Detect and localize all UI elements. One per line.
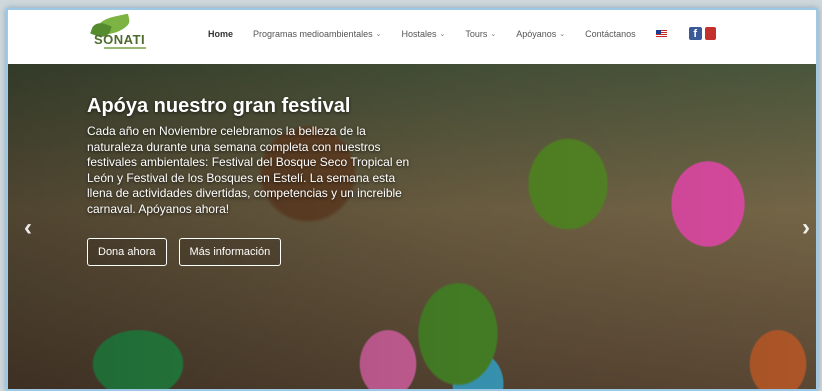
hero-slider: ‹ Apóya nuestro gran festival Cada año e… bbox=[8, 64, 816, 389]
chevron-down-icon: ⌄ bbox=[490, 30, 497, 38]
slider-next-arrow[interactable]: › bbox=[802, 214, 810, 242]
nav-home[interactable]: Home bbox=[208, 29, 233, 39]
main-nav: Home Programas medioambientales ⌄ Hostale… bbox=[208, 27, 716, 40]
us-flag-icon[interactable] bbox=[655, 30, 667, 37]
donate-button[interactable]: Dona ahora bbox=[87, 238, 167, 266]
nav-home-label: Home bbox=[208, 28, 234, 39]
nav-programas[interactable]: Programas medioambientales ⌄ bbox=[253, 29, 381, 39]
hero-text: Cada año en Noviembre celebramos la bell… bbox=[87, 124, 410, 216]
nav-contactanos[interactable]: Contáctanos bbox=[585, 29, 636, 39]
hero-caption: Apóya nuestro gran festival Cada año en … bbox=[87, 94, 417, 217]
browser-frame: SONATI Home Programas medioambientales ⌄ … bbox=[6, 8, 818, 391]
hero-buttons: Dona ahora Más información bbox=[87, 238, 293, 266]
nav-contactanos-label: Contáctanos bbox=[585, 28, 636, 39]
more-info-button[interactable]: Más información bbox=[178, 238, 282, 266]
chevron-down-icon: ⌄ bbox=[559, 30, 566, 38]
site-header: SONATI Home Programas medioambientales ⌄ … bbox=[8, 10, 816, 62]
chevron-down-icon: ⌄ bbox=[375, 30, 382, 38]
logo-text: SONATI bbox=[94, 32, 146, 47]
nav-hostales[interactable]: Hostales ⌄ bbox=[401, 29, 445, 39]
slider-prev-arrow[interactable]: ‹ bbox=[24, 214, 32, 242]
logo-tagline-line bbox=[104, 47, 146, 49]
nav-tours-label: Tours bbox=[465, 28, 488, 39]
nav-programas-label: Programas medioambientales bbox=[253, 28, 373, 39]
nav-tours[interactable]: Tours ⌄ bbox=[465, 29, 496, 39]
nav-apoyanos[interactable]: Apóyanos ⌄ bbox=[516, 29, 565, 39]
nav-apoyanos-label: Apóyanos bbox=[516, 28, 557, 39]
hero-title: Apóya nuestro gran festival bbox=[87, 95, 351, 117]
sonati-logo[interactable]: SONATI bbox=[90, 13, 160, 53]
youtube-icon[interactable] bbox=[704, 27, 716, 40]
chevron-down-icon: ⌄ bbox=[439, 30, 446, 38]
nav-hostales-label: Hostales bbox=[401, 28, 437, 39]
facebook-icon[interactable]: f bbox=[688, 27, 702, 40]
